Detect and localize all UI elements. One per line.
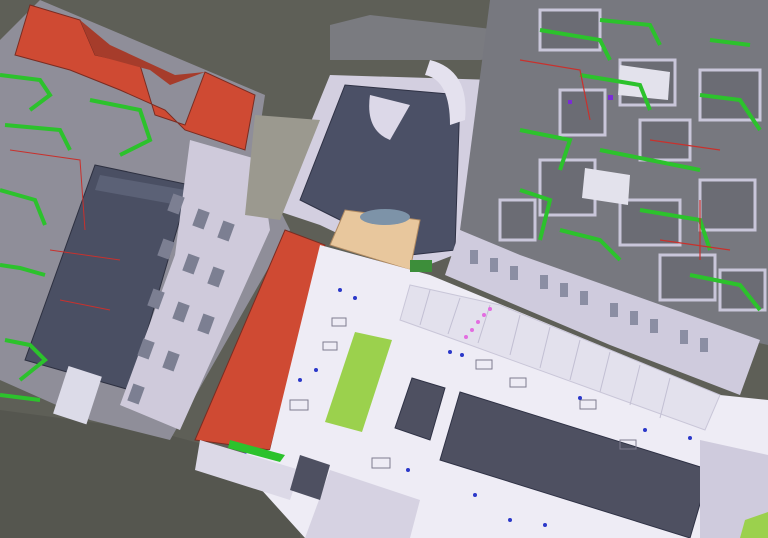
building-model-scene[interactable]	[0, 0, 768, 538]
atrium-dome	[360, 209, 410, 225]
3d-model-viewport[interactable]	[0, 0, 768, 538]
planter	[410, 260, 432, 272]
